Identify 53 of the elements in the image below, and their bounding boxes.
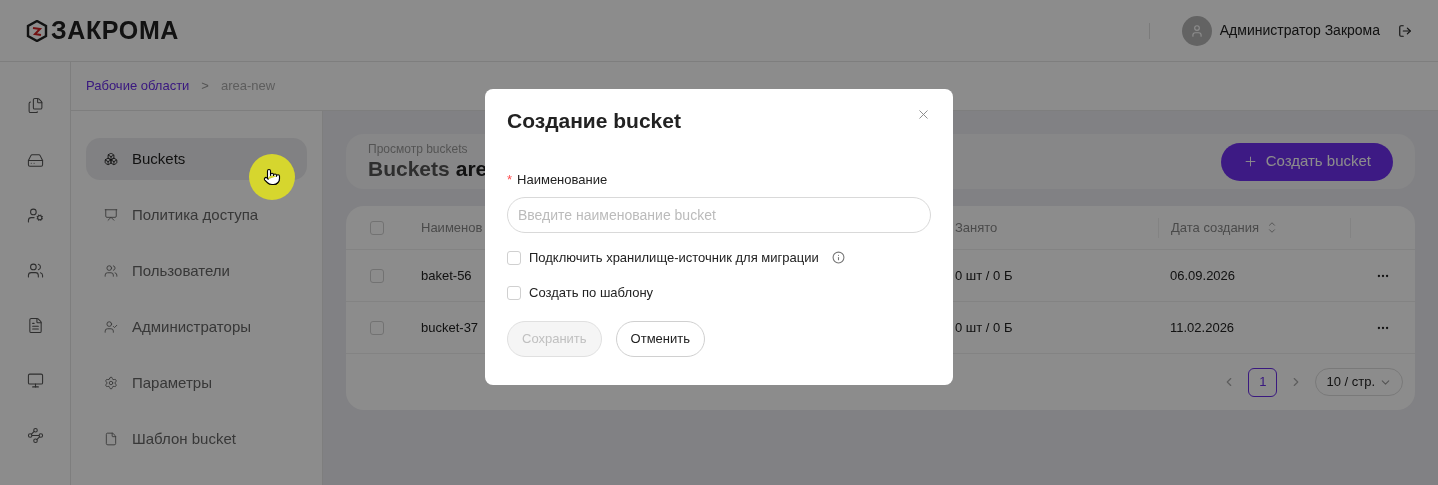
table-cell-text: 0 шт / 0 Б [954,266,1013,285]
user-gear-icon[interactable] [26,207,44,224]
users-icon[interactable] [26,262,44,279]
submenu-item[interactable]: Политика доступа [86,194,307,236]
dialog-title: Создание bucket [507,108,681,134]
checkbox[interactable] [507,250,521,265]
info-icon[interactable] [831,251,845,264]
logo-icon [26,19,48,42]
table-cell-text: 11.02.2026 [1169,318,1235,337]
submenu-item[interactable]: Пользователи [86,250,307,292]
page-number[interactable]: 1 [1248,367,1278,397]
checkbox-label: Создать по шаблону [529,283,654,302]
file-icon [104,432,118,446]
gear-icon [104,376,118,390]
checkbox[interactable] [370,268,384,283]
drive-icon[interactable] [26,152,44,169]
checkbox[interactable] [370,320,384,335]
submenu-item[interactable]: Параметры [86,362,307,404]
cancel-button[interactable]: Отменить [615,321,705,357]
users-icon [104,264,118,278]
files-icon[interactable] [26,97,44,114]
name-input-field[interactable]: Введите наименование bucket [507,197,931,233]
column-header[interactable]: Дата создания [1159,217,1260,238]
page-title: Buckets [368,156,450,182]
checkbox[interactable] [370,220,384,235]
table-cell-text: bucket-37 [420,318,479,337]
document-icon[interactable] [26,317,44,334]
checkbox-label: Подключить хранилище-источник для миграции [529,248,819,267]
table-cell-text: 06.09.2026 [1169,266,1236,285]
breadcrumb-link[interactable]: Рабочие области [86,76,190,96]
logo-text: ЗАКРОМА [51,14,180,46]
user-check-icon [104,320,118,334]
column-header: Занято [954,218,998,237]
submenu-item[interactable]: Buckets [86,138,307,180]
table-cell-text: baket-56 [420,266,472,285]
cursor-highlight-icon [249,154,295,200]
plus-icon [1242,154,1258,169]
column-header: Наименов [420,218,483,237]
monitor-icon[interactable] [26,372,44,389]
logout-icon[interactable] [1398,23,1412,38]
breadcrumb-separator: > [201,77,209,96]
field-label: Наименование [517,170,608,189]
submenu-item[interactable]: Шаблон bucket [86,418,307,460]
network-icon[interactable] [26,427,44,444]
screen-icon [104,208,118,222]
submenu-item[interactable]: Администраторы [86,306,307,348]
user-name: Администратор Закрома [1219,21,1380,40]
table-cell-text: 0 шт / 0 Б [954,318,1013,337]
create-bucket-button[interactable]: Создать bucket [1220,142,1393,181]
close-icon[interactable] [916,107,931,122]
checkbox[interactable] [507,285,521,300]
page-title-name: are [455,155,488,182]
required-mark: * [507,170,513,189]
